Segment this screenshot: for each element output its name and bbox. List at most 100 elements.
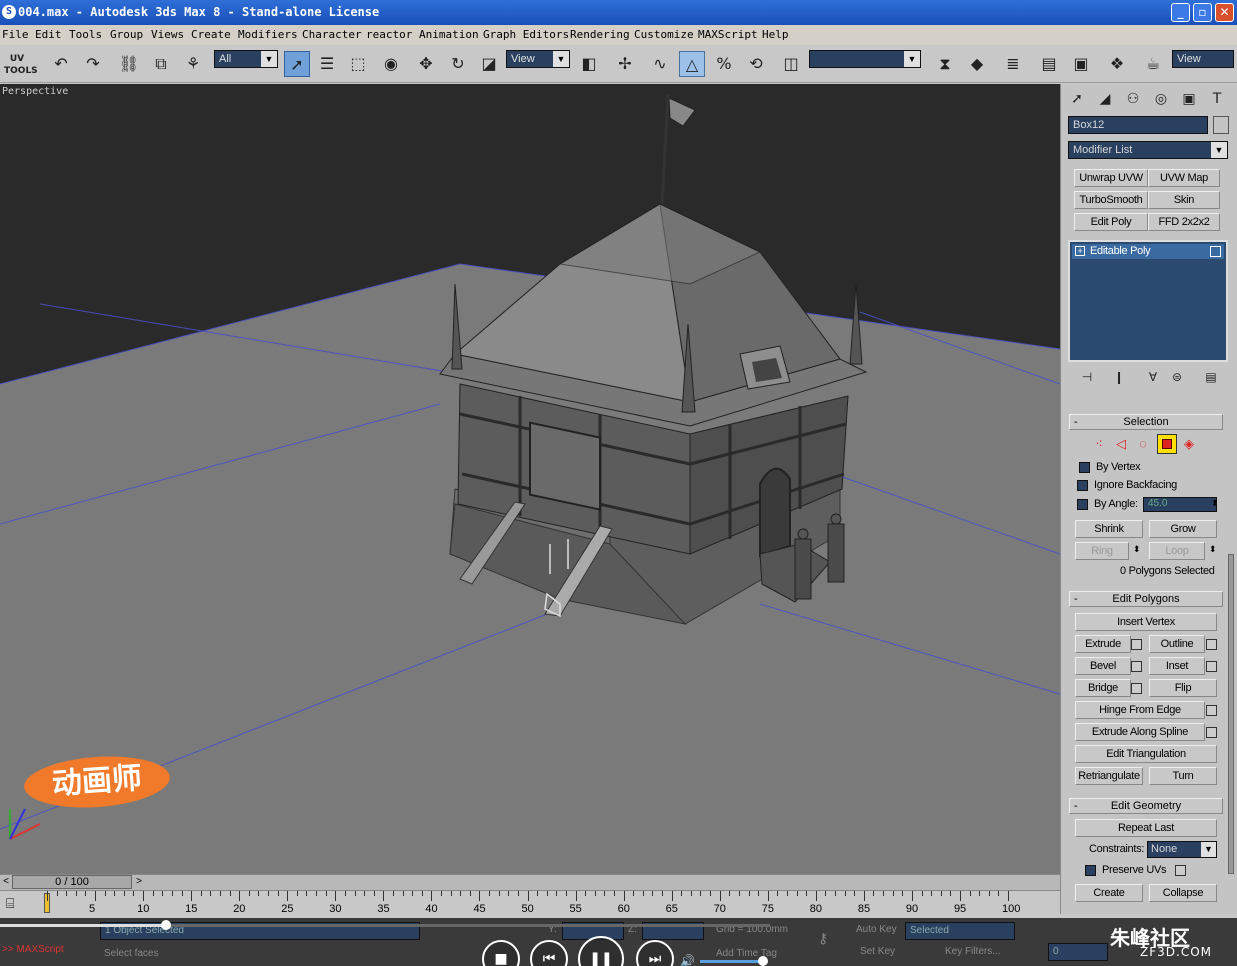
object-color-swatch[interactable] [1213,116,1229,134]
render-scene-icon[interactable]: ☕ [1140,51,1166,77]
pause-icon[interactable]: ❚❚ [578,936,624,966]
configure-modifier-sets-icon[interactable]: ▤ [1199,366,1223,388]
time-slider[interactable]: < 0 / 100 > [0,874,1060,890]
edit-triangulation-button[interactable]: Edit Triangulation [1075,745,1217,763]
current-frame-field[interactable]: 0 [1048,943,1108,961]
scale-icon[interactable]: ◪ [476,51,502,77]
uvw-map-button[interactable]: UVW Map [1148,169,1220,187]
named-selection-dropdown[interactable]: ▼ [809,50,921,68]
make-unique-icon[interactable]: ∀ [1141,366,1165,388]
menu-views[interactable]: Views [151,28,184,41]
menu-graph-editors[interactable]: Graph Editors [483,28,569,41]
3ds-max-icon[interactable]: S [2,5,16,19]
extrude-button[interactable]: Extrude [1075,635,1131,653]
spinner-arrows-icon[interactable]: ⬍ [1211,498,1219,509]
layer-manager-icon[interactable]: ≣ [1000,51,1026,77]
expand-icon[interactable]: + [1075,246,1085,256]
constraints-dropdown[interactable]: None ▼ [1147,841,1217,858]
percent-snap-icon[interactable]: % [711,51,737,77]
ignore-backfacing-checkbox[interactable] [1077,480,1088,491]
mini-curve-editor-icon[interactable]: ⌸ [6,895,14,912]
select-by-name-icon[interactable]: ☰ [314,51,340,77]
pivot-center-icon[interactable]: ◧ [576,51,602,77]
menu-rendering[interactable]: Rendering [570,28,630,41]
turbosmooth-button[interactable]: TurboSmooth [1074,191,1148,209]
video-progress-handle[interactable] [161,920,171,930]
time-slider-thumb[interactable]: 0 / 100 [12,875,132,889]
menu-create[interactable]: Create [191,28,231,41]
ring-spinner-icon[interactable]: ⬍ [1133,544,1141,555]
stack-toggle-icon[interactable] [1210,246,1221,257]
redo-icon[interactable]: ↷ [80,51,106,77]
key-selection-dropdown[interactable]: Selected [905,922,1015,940]
panel-scrollbar[interactable] [1228,554,1234,874]
display-tab-icon[interactable]: ▣ [1177,88,1201,110]
loop-button[interactable]: Loop [1149,542,1205,560]
track-bar[interactable]: ⌸ 5 10 15 20 25 30 35 40 45 50 55 60 65 70 75 80 85 90 95 1… [0,890,1060,918]
modifier-stack[interactable]: + Editable Poly [1068,240,1228,362]
set-key-button[interactable]: Set Key [860,946,895,957]
maximize-button[interactable]: ▫ [1193,3,1212,22]
mirror-icon[interactable]: ⧗ [932,51,958,77]
manipulate-icon[interactable]: ✢ [612,51,638,77]
reference-coordinate-dropdown[interactable]: View ▼ [506,50,570,68]
menu-character[interactable]: Character [302,28,362,41]
ring-button[interactable]: Ring [1075,542,1129,560]
menu-tools[interactable]: Tools [69,28,102,41]
bind-space-warp-icon[interactable]: ⚘ [180,51,206,77]
snap-3-icon[interactable]: ∿ [647,51,673,77]
flip-button[interactable]: Flip [1149,679,1217,697]
move-icon[interactable]: ✥ [413,51,439,77]
stack-item-editable-poly[interactable]: + Editable Poly [1072,244,1224,259]
menu-maxscript[interactable]: MAXScript [698,28,758,41]
edge-mode-icon[interactable]: ◁ [1113,436,1129,452]
inset-button[interactable]: Inset [1149,657,1205,675]
inset-settings-icon[interactable] [1206,661,1217,672]
menu-help[interactable]: Help [762,28,789,41]
motion-tab-icon[interactable]: ◎ [1149,88,1173,110]
hinge-settings-icon[interactable] [1206,705,1217,716]
loop-spinner-icon[interactable]: ⬍ [1209,544,1217,555]
shrink-button[interactable]: Shrink [1075,520,1143,538]
volume-icon[interactable]: 🔊 [680,954,695,966]
rotate-icon[interactable]: ↻ [445,51,471,77]
select-link-icon[interactable]: ⛓ [116,51,142,77]
preserve-uvs-settings-icon[interactable] [1175,865,1186,876]
by-angle-checkbox[interactable] [1077,499,1088,510]
auto-key-button[interactable]: Auto Key [856,924,897,935]
maxscript-listener[interactable]: >> MAXScript [2,944,64,955]
material-editor-icon[interactable]: ❖ [1104,51,1130,77]
rect-selection-icon[interactable]: ⬚ [345,51,371,77]
curve-editor-icon[interactable]: ▤ [1036,51,1062,77]
unwrap-uvw-button[interactable]: Unwrap UVW [1074,169,1148,187]
hierarchy-tab-icon[interactable]: ⚇ [1121,88,1145,110]
extrude-settings-icon[interactable] [1131,639,1142,650]
bridge-settings-icon[interactable] [1131,683,1142,694]
viewport-label[interactable]: Perspective [2,86,68,97]
uv-tools-button[interactable]: UV TOOLS [4,51,38,77]
grow-button[interactable]: Grow [1149,520,1217,538]
close-button[interactable]: ✕ [1215,3,1234,22]
extrude-spline-settings-icon[interactable] [1206,727,1217,738]
next-frame-icon[interactable]: > [133,875,145,889]
minimize-button[interactable]: _ [1171,3,1190,22]
pin-stack-icon[interactable]: ⊣ [1075,366,1099,388]
align-icon[interactable]: ◆ [964,51,990,77]
unlink-icon[interactable]: ⧉ [148,51,174,77]
create-button[interactable]: Create [1075,884,1143,902]
repeat-last-button[interactable]: Repeat Last [1075,819,1217,837]
extrude-along-spline-button[interactable]: Extrude Along Spline [1075,723,1205,741]
utilities-tab-icon[interactable]: T [1205,88,1229,110]
angle-snap-icon[interactable]: △ [679,51,705,77]
menu-group[interactable]: Group [110,28,143,41]
volume-slider[interactable] [700,960,764,963]
by-angle-spinner[interactable]: 45.0 [1143,497,1217,512]
ffd-button[interactable]: FFD 2x2x2 [1148,213,1220,231]
bevel-button[interactable]: Bevel [1075,657,1131,675]
vertex-mode-icon[interactable]: ⁖ [1091,436,1107,452]
remove-modifier-icon[interactable]: ⊜ [1165,366,1189,388]
menu-modifiers[interactable]: Modifiers [238,28,298,41]
menu-reactor[interactable]: reactor [366,28,412,41]
menu-customize[interactable]: Customize [634,28,694,41]
by-vertex-checkbox[interactable] [1079,462,1090,473]
